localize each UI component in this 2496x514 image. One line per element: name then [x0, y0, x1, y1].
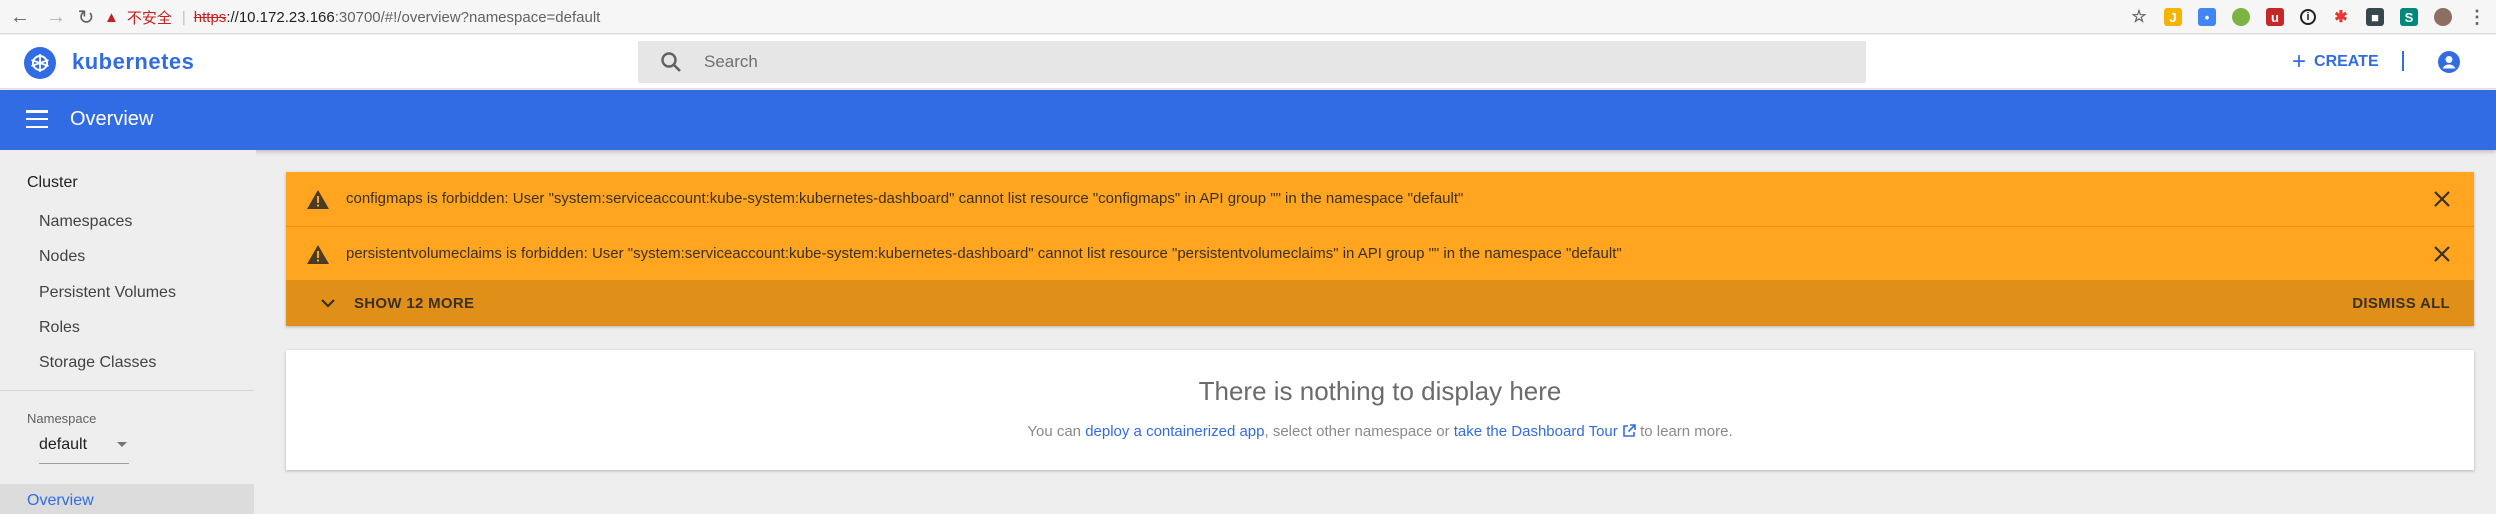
page-toolbar: Overview	[0, 90, 2496, 150]
search-bar[interactable]	[638, 41, 1866, 83]
close-icon[interactable]	[2432, 189, 2452, 209]
warning-icon	[306, 244, 330, 270]
bookmark-star-icon[interactable]: ☆	[2130, 7, 2148, 26]
address-separator: |	[181, 8, 186, 26]
dashboard-tour-link[interactable]: take the Dashboard Tour	[1454, 423, 1618, 440]
external-link-icon[interactable]	[1622, 424, 1636, 442]
notification-message: persistentvolumeclaims is forbidden: Use…	[346, 245, 1622, 262]
sidebar-item-persistent-volumes[interactable]: Persistent Volumes	[39, 284, 176, 302]
empty-state-prefix: You can	[1027, 423, 1086, 440]
extension-icon[interactable]	[2232, 8, 2250, 26]
empty-state-card: There is nothing to display here You can…	[286, 350, 2474, 470]
search-icon	[660, 51, 682, 78]
notification-message: configmaps is forbidden: User "system:se…	[346, 190, 1464, 207]
extension-icon[interactable]: S	[2400, 8, 2418, 26]
extension-icon[interactable]: J	[2164, 8, 2182, 26]
warning-icon	[306, 189, 330, 215]
not-secure-icon: ▲	[104, 8, 119, 26]
close-icon[interactable]	[2432, 244, 2452, 264]
show-more-button[interactable]: SHOW 12 MORE	[354, 295, 474, 312]
extension-icon[interactable]: ✱	[2332, 8, 2350, 26]
browser-toolbar: ← → ↻ ▲ 不安全 | https://10.172.23.166:3070…	[0, 0, 2496, 34]
reload-icon[interactable]: ↻	[74, 5, 98, 29]
sidebar-divider	[0, 390, 254, 391]
notification-panel: configmaps is forbidden: User "system:se…	[286, 172, 2474, 326]
kubernetes-logo-icon[interactable]	[24, 47, 56, 79]
notification-footer: SHOW 12 MORE DISMISS ALL	[286, 280, 2474, 326]
empty-state-middle: , select other namespace or	[1264, 423, 1454, 440]
create-button[interactable]: + CREATE	[2292, 47, 2379, 77]
dismiss-all-button[interactable]: DISMISS ALL	[2352, 295, 2450, 312]
url-scheme: https	[193, 8, 227, 26]
search-input[interactable]	[704, 41, 1844, 83]
profile-avatar-icon[interactable]	[2434, 8, 2452, 26]
sidebar-item-nodes[interactable]: Nodes	[39, 248, 85, 266]
extension-icon[interactable]: •	[2198, 8, 2216, 26]
forward-icon[interactable]: →	[44, 5, 68, 29]
address-bar[interactable]: ▲ 不安全 | https://10.172.23.166:30700/#!/o…	[104, 4, 2184, 30]
browser-menu-icon[interactable]: ⋮	[2468, 7, 2486, 27]
sidebar-item-roles[interactable]: Roles	[39, 319, 80, 337]
header-divider	[2402, 51, 2404, 71]
info-icon[interactable]: i	[2300, 9, 2316, 25]
hamburger-menu-icon[interactable]	[26, 110, 48, 128]
notification-item: configmaps is forbidden: User "system:se…	[286, 172, 2474, 226]
empty-state-title: There is nothing to display here	[1198, 376, 1562, 406]
sidebar-item-namespaces[interactable]: Namespaces	[39, 213, 132, 231]
namespace-label: Namespace	[27, 411, 97, 426]
url-path: :30700/#!/overview?namespace=default	[334, 8, 601, 26]
extension-icon[interactable]: u	[2266, 8, 2284, 26]
notification-item: persistentvolumeclaims is forbidden: Use…	[286, 226, 2474, 280]
chevron-down-icon[interactable]	[320, 296, 336, 314]
security-label: 不安全	[126, 9, 172, 27]
namespace-select[interactable]: default	[39, 436, 129, 464]
brand-name[interactable]: kubernetes	[72, 49, 194, 75]
app-header: kubernetes + CREATE	[0, 35, 2496, 89]
back-icon[interactable]: ←	[8, 5, 32, 29]
url-host: ://10.172.23.166	[226, 8, 335, 26]
page-title: Overview	[70, 108, 154, 130]
account-icon[interactable]	[2438, 51, 2460, 73]
create-button-label: CREATE	[2314, 53, 2379, 70]
sidebar-item-storage-classes[interactable]: Storage Classes	[39, 354, 156, 372]
plus-icon: +	[2292, 48, 2307, 75]
empty-state-suffix: to learn more.	[1635, 423, 1733, 440]
sidebar-heading-cluster[interactable]: Cluster	[27, 174, 78, 192]
namespace-value: default	[39, 436, 88, 453]
sidebar-item-overview-label: Overview	[27, 492, 94, 509]
sidebar: Cluster Namespaces Nodes Persistent Volu…	[0, 150, 256, 514]
sidebar-item-overview[interactable]: Overview	[0, 484, 254, 514]
extension-icon[interactable]: ■	[2366, 8, 2384, 26]
dropdown-caret-icon	[117, 442, 127, 447]
extensions-bar: ☆ J • u i ✱ ■ S ⋮	[2130, 0, 2496, 34]
empty-state-message: You can deploy a containerized app, sele…	[286, 423, 2474, 442]
deploy-app-link[interactable]: deploy a containerized app	[1085, 423, 1264, 440]
